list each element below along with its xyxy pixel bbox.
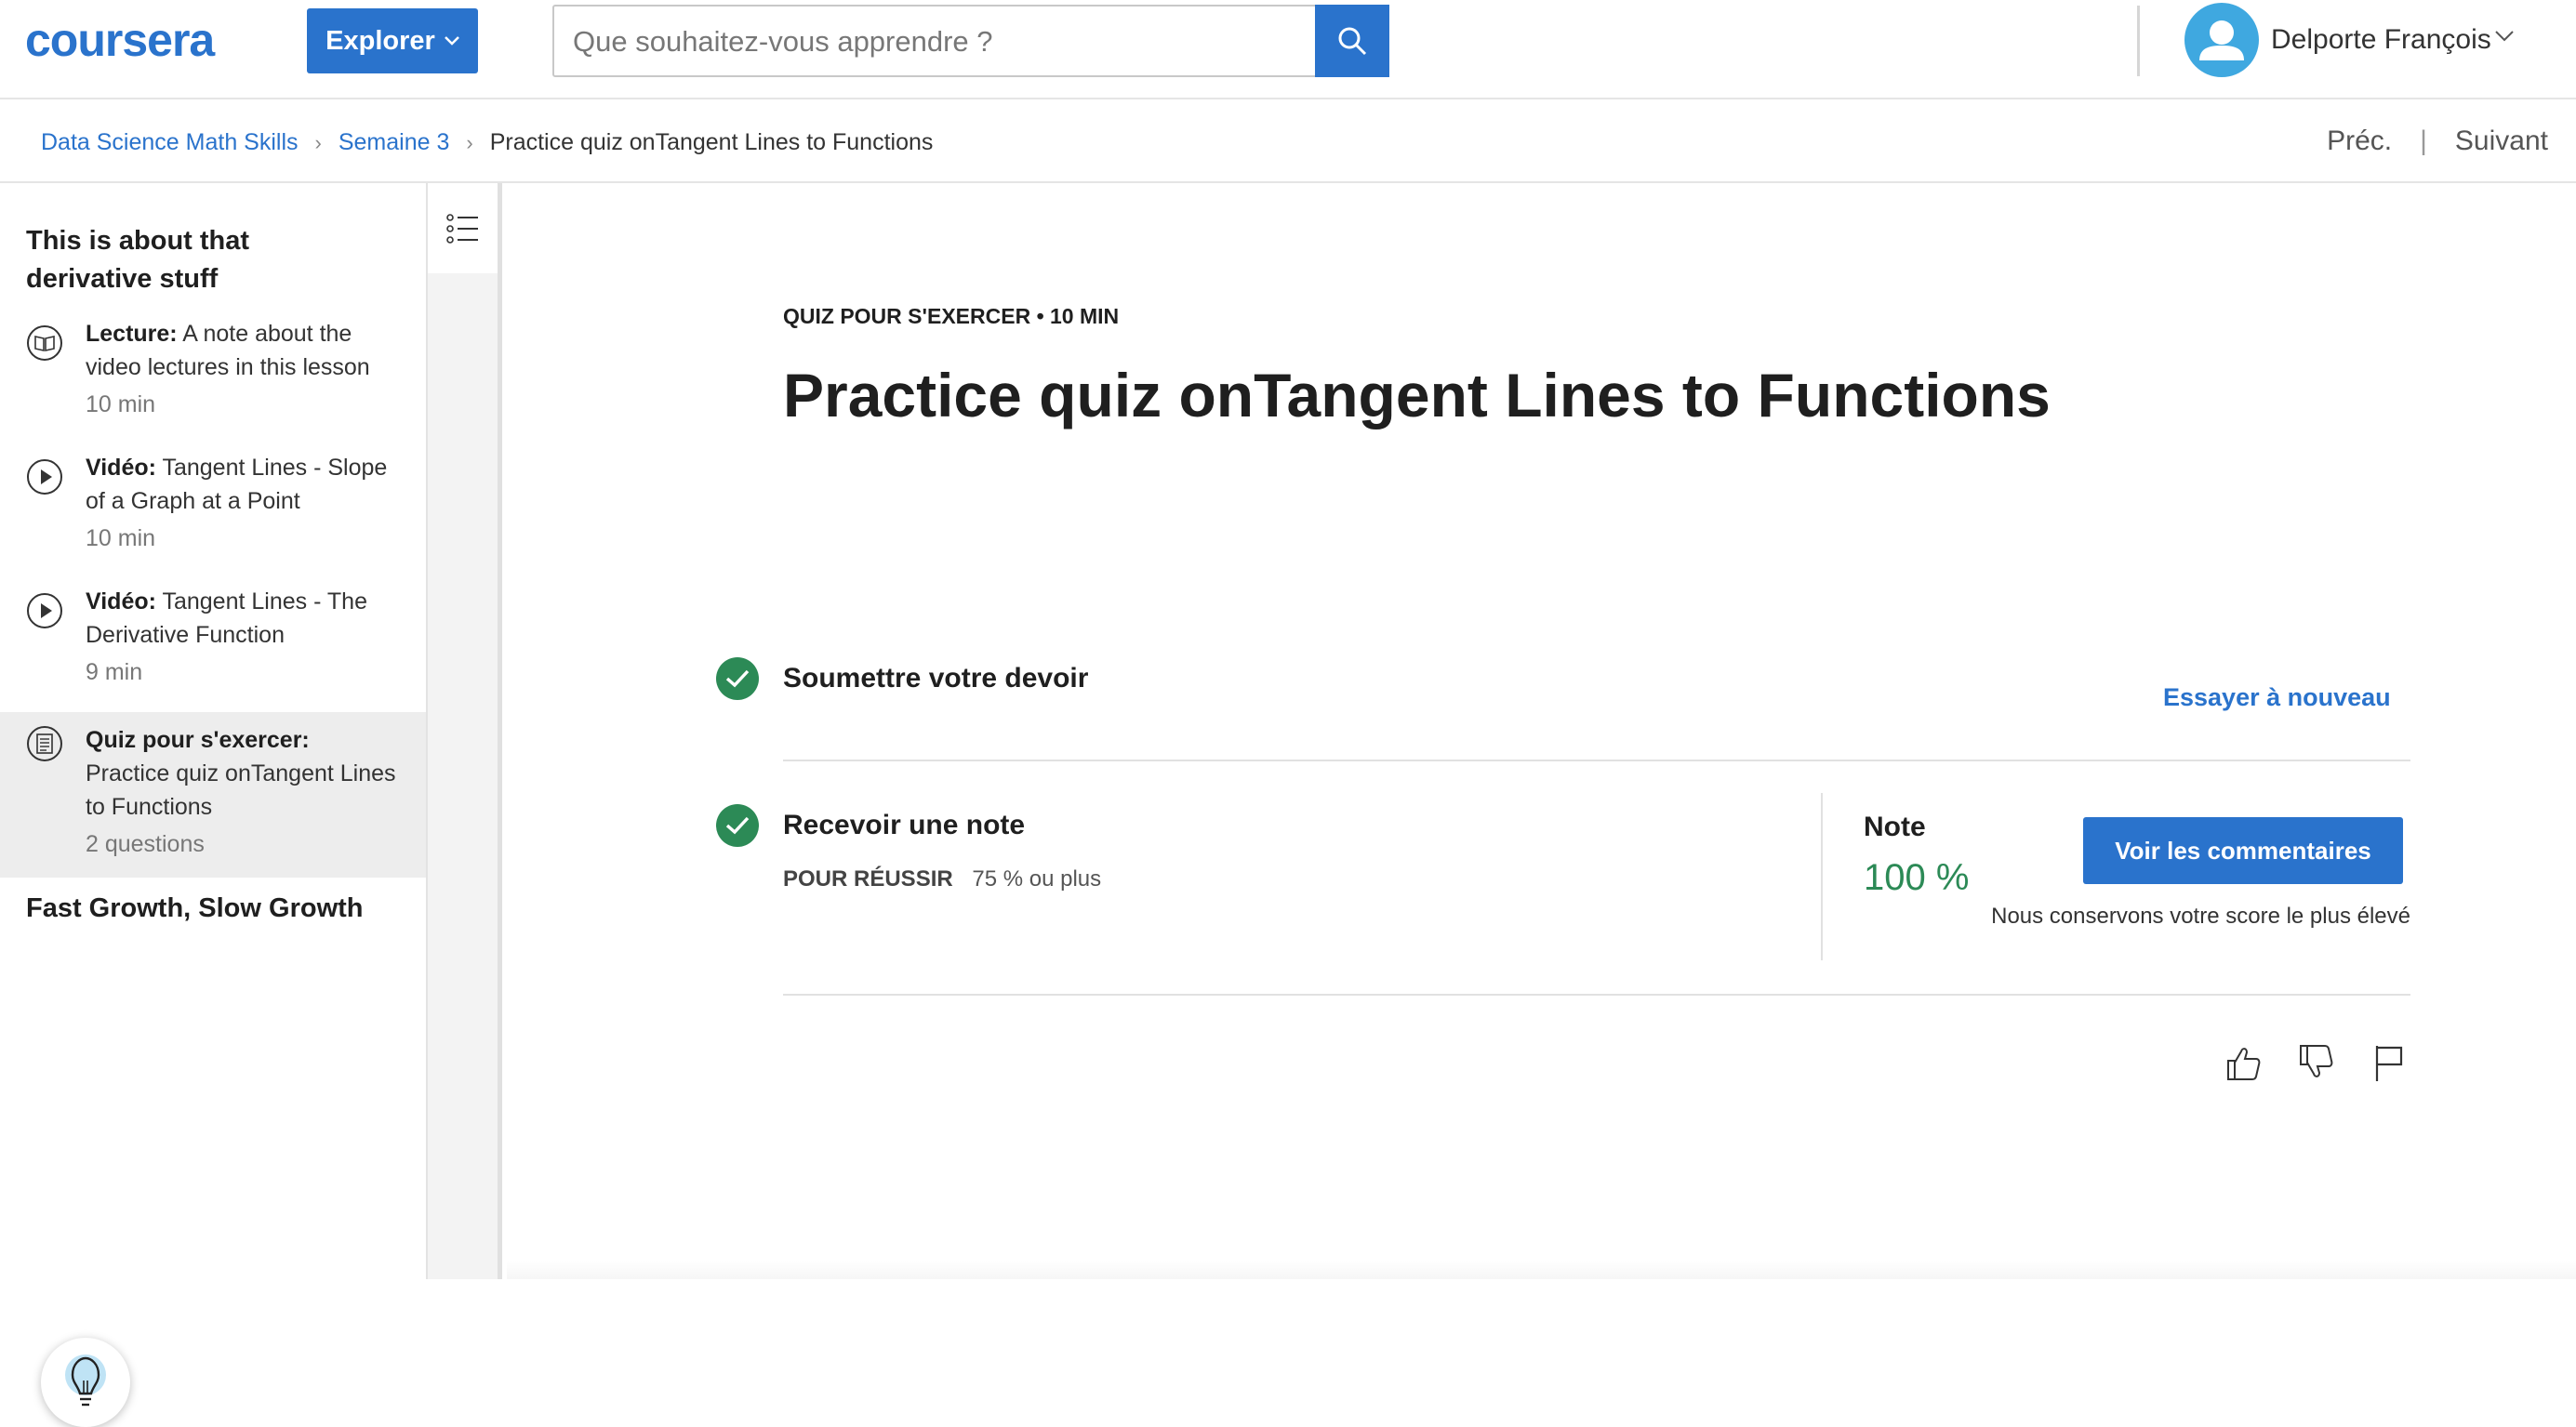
divider	[783, 760, 2410, 761]
divider	[783, 994, 2410, 996]
tips-button[interactable]	[41, 1338, 130, 1427]
explore-label: Explorer	[325, 26, 435, 57]
play-icon	[26, 458, 63, 495]
breadcrumb-course[interactable]: Data Science Math Skills	[41, 129, 299, 156]
chevron-down-icon	[445, 36, 459, 46]
grade-step-title: Recevoir une note	[783, 810, 1025, 841]
pass-value: 75 % ou plus	[972, 866, 1101, 892]
item-duration: 9 min	[86, 655, 402, 689]
prev-button[interactable]: Préc.	[2327, 126, 2392, 157]
score-note: Nous conservons votre score le plus élev…	[1991, 904, 2410, 930]
explore-button[interactable]: Explorer	[307, 8, 478, 73]
avatar[interactable]	[2184, 3, 2259, 77]
check-icon	[716, 657, 759, 700]
sidebar-item-text: Lecture: A note about the video lectures…	[86, 317, 402, 421]
list-icon	[446, 212, 480, 245]
page-title: Practice quiz onTangent Lines to Functio…	[783, 360, 2051, 430]
section-title: This is about that derivative stuff	[26, 222, 361, 298]
item-question-count: 2 questions	[86, 827, 402, 861]
item-type: Lecture:	[86, 321, 178, 347]
sidebar-item-text: Vidéo: Tangent Lines - Slope of a Graph …	[86, 451, 402, 555]
item-duration: 10 min	[86, 522, 402, 555]
top-navbar: coursera Explorer Que souhaitez-vous app…	[0, 0, 2576, 99]
sidebar-item-lecture[interactable]: Lecture: A note about the video lectures…	[0, 317, 426, 438]
quiz-icon	[26, 725, 63, 762]
breadcrumb-bar: Data Science Math Skills › Semaine 3 › P…	[0, 99, 2576, 183]
header-divider	[2137, 6, 2140, 76]
pass-label: POUR RÉUSSIR	[783, 866, 953, 892]
view-feedback-button[interactable]: Voir les commentaires	[2083, 817, 2403, 884]
sidebar-item-quiz[interactable]: Quiz pour s'exercer: Practice quiz onTan…	[0, 712, 426, 878]
sidebar-item-video-1[interactable]: Vidéo: Tangent Lines - Slope of a Graph …	[0, 451, 426, 572]
thumbs-up-icon[interactable]	[2224, 1042, 2262, 1083]
search-bar: Que souhaitez-vous apprendre ?	[552, 5, 1389, 77]
retry-link[interactable]: Essayer à nouveau	[2163, 683, 2391, 712]
item-type: Quiz pour s'exercer:	[86, 727, 310, 753]
pass-requirement: POUR RÉUSSIR 75 % ou plus	[783, 866, 1101, 892]
thumbs-down-icon[interactable]	[2297, 1042, 2334, 1083]
item-title: Practice quiz onTangent Lines to Functio…	[86, 760, 396, 820]
chevron-down-icon[interactable]	[2494, 30, 2515, 43]
course-sidebar: This is about that derivative stuff Lect…	[0, 183, 428, 1279]
grade-divider	[1821, 793, 1823, 960]
next-section-title[interactable]: Fast Growth, Slow Growth	[26, 890, 364, 928]
chevron-right-icon: ›	[315, 131, 322, 155]
flag-icon[interactable]	[2370, 1042, 2407, 1083]
sidebar-toggle-strip	[428, 183, 502, 1279]
search-input[interactable]: Que souhaitez-vous apprendre ?	[554, 7, 1315, 75]
user-name[interactable]: Delporte François	[2271, 24, 2491, 56]
coursera-logo[interactable]: coursera	[25, 13, 214, 67]
breadcrumb-current: Practice quiz onTangent Lines to Functio…	[490, 129, 934, 156]
chevron-right-icon: ›	[466, 131, 472, 155]
next-button[interactable]: Suivant	[2455, 126, 2548, 157]
item-type: Vidéo:	[86, 455, 156, 481]
item-duration: 10 min	[86, 388, 402, 421]
bottom-fade	[507, 1261, 2576, 1279]
check-icon	[716, 804, 759, 847]
sidebar-toggle-button[interactable]	[428, 183, 498, 273]
quiz-content: QUIZ POUR S'EXERCER • 10 MIN Practice qu…	[507, 183, 2576, 1279]
item-type: Vidéo:	[86, 588, 156, 614]
quiz-kicker: QUIZ POUR S'EXERCER • 10 MIN	[783, 304, 1119, 329]
user-icon	[2184, 3, 2259, 77]
grade-label: Note	[1864, 812, 1926, 843]
feedback-actions	[2224, 1042, 2407, 1083]
grade-value: 100 %	[1864, 857, 1969, 899]
breadcrumb-week[interactable]: Semaine 3	[339, 129, 450, 156]
sidebar-item-video-2[interactable]: Vidéo: Tangent Lines - The Derivative Fu…	[0, 585, 426, 706]
sidebar-item-text: Quiz pour s'exercer: Practice quiz onTan…	[86, 723, 402, 861]
search-button[interactable]	[1315, 5, 1389, 77]
prev-next-nav: Préc. | Suivant	[2327, 126, 2548, 157]
submit-step-title: Soumettre votre devoir	[783, 663, 1088, 694]
lightbulb-icon	[60, 1351, 112, 1414]
sidebar-item-text: Vidéo: Tangent Lines - The Derivative Fu…	[86, 585, 402, 689]
nav-divider: |	[2420, 126, 2427, 157]
search-icon	[1335, 24, 1369, 58]
play-icon	[26, 592, 63, 629]
breadcrumb: Data Science Math Skills › Semaine 3 › P…	[41, 129, 933, 156]
reading-icon	[26, 324, 63, 362]
